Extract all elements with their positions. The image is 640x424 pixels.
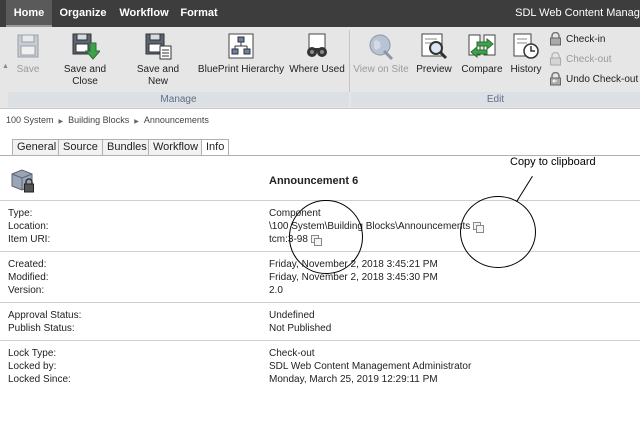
section-divider (0, 340, 640, 341)
check-out-button[interactable]: Check-out (549, 52, 612, 68)
tab-info[interactable]: Info (201, 139, 230, 156)
locked-by-label: Locked by: (8, 361, 57, 372)
where-used-label: Where Used (289, 64, 345, 75)
menu-organize[interactable]: Organize (56, 0, 110, 27)
annotation-pointer-line (516, 176, 533, 202)
save-and-new-label: Save and New (136, 64, 180, 87)
modified-value: Friday, November 2, 2018 3:45:30 PM (269, 272, 438, 283)
created-label: Created: (8, 259, 47, 270)
undo-check-out-button[interactable]: Undo Check-out (549, 72, 638, 88)
save-button[interactable]: Save (10, 31, 46, 76)
binoculars-icon (307, 33, 327, 57)
breadcrumb-separator-icon: ▶ (58, 119, 64, 125)
save-and-new-button[interactable]: Save and New (132, 31, 184, 88)
version-value: 2.0 (269, 285, 283, 296)
check-in-label: Check-in (566, 34, 606, 45)
locked-since-label: Locked Since: (8, 374, 71, 385)
blueprint-hierarchy-label: BluePrint Hierarchy (197, 64, 285, 75)
breadcrumb-item[interactable]: Announcements (144, 115, 209, 125)
undo-check-out-label: Undo Check-out (566, 74, 639, 85)
where-used-button[interactable]: Where Used (289, 31, 345, 76)
approval-status-label: Approval Status: (8, 310, 82, 321)
breadcrumb-item[interactable]: Building Blocks (68, 115, 129, 125)
history-label: History (510, 64, 542, 75)
group-label-edit: Edit (351, 92, 640, 107)
ribbon-grip-icon[interactable]: ▲ (2, 63, 9, 70)
undo-lock-icon (550, 72, 561, 86)
lock-type-value: Check-out (269, 348, 315, 359)
lock-type-label: Lock Type: (8, 348, 57, 359)
location-label: Location: (8, 221, 49, 232)
type-label: Type: (8, 208, 33, 219)
blueprint-hierarchy-button[interactable]: BluePrint Hierarchy (196, 31, 286, 76)
annotation-text: Copy to clipboard (510, 156, 596, 168)
group-label-manage: Manage (8, 92, 349, 107)
save-and-close-label: Save and Close (63, 64, 107, 87)
section-divider (0, 302, 640, 303)
approval-status-value: Undefined (269, 310, 315, 321)
component-title: Announcement 6 (269, 175, 359, 187)
view-on-site-button[interactable]: View on Site (352, 31, 410, 76)
save-close-icon (72, 33, 100, 60)
save-and-close-button[interactable]: Save and Close (50, 31, 120, 88)
ribbon: ▲ Save Save and Close Save and New BlueP… (0, 27, 640, 109)
preview-label: Preview (416, 64, 452, 75)
publish-status-value: Not Published (269, 323, 332, 334)
tab-source[interactable]: Source (58, 139, 103, 156)
view-on-site-label: View on Site (353, 64, 409, 75)
menu-bar: Home Organize Workflow Format SDL Web Co… (0, 0, 640, 27)
preview-button[interactable]: Preview (415, 31, 453, 76)
locked-since-value: Monday, March 25, 2019 12:29:11 PM (269, 374, 438, 385)
blueprint-hierarchy-icon (228, 33, 254, 59)
publish-status-label: Publish Status: (8, 323, 75, 334)
compare-icon (468, 34, 496, 59)
check-out-label: Check-out (566, 54, 612, 65)
save-new-icon (145, 33, 172, 60)
breadcrumb-item[interactable]: 100 System (6, 115, 54, 125)
tab-bundles[interactable]: Bundles (102, 139, 152, 156)
preview-icon (421, 33, 448, 60)
globe-icon (369, 34, 394, 61)
check-in-button[interactable]: Check-in (549, 32, 605, 48)
save-icon (17, 34, 39, 58)
breadcrumb: 100 System ▶ Building Blocks ▶ Announcements (6, 115, 209, 125)
modified-label: Modified: (8, 272, 49, 283)
version-label: Version: (8, 285, 45, 296)
history-icon (513, 33, 539, 59)
lock-icon (550, 32, 561, 46)
component-icon (11, 169, 34, 193)
tab-workflow[interactable]: Workflow (148, 139, 204, 156)
lock-icon (550, 52, 561, 66)
menu-format[interactable]: Format (176, 0, 222, 27)
history-button[interactable]: History (508, 31, 544, 76)
product-title: SDL Web Content Manage (515, 7, 640, 19)
breadcrumb-separator-icon: ▶ (134, 119, 139, 125)
compare-button[interactable]: Compare (459, 31, 505, 76)
ribbon-group-divider (349, 30, 350, 92)
annotation-circle-uri (289, 200, 363, 274)
menu-home[interactable]: Home (6, 0, 52, 27)
compare-label: Compare (461, 64, 503, 75)
save-button-label: Save (16, 64, 40, 75)
annotation-circle-location (460, 196, 536, 268)
item-uri-label: Item URI: (8, 234, 51, 245)
locked-by-value: SDL Web Content Management Administrator (269, 361, 472, 372)
tab-general[interactable]: General (12, 139, 62, 156)
menu-workflow[interactable]: Workflow (116, 0, 172, 27)
